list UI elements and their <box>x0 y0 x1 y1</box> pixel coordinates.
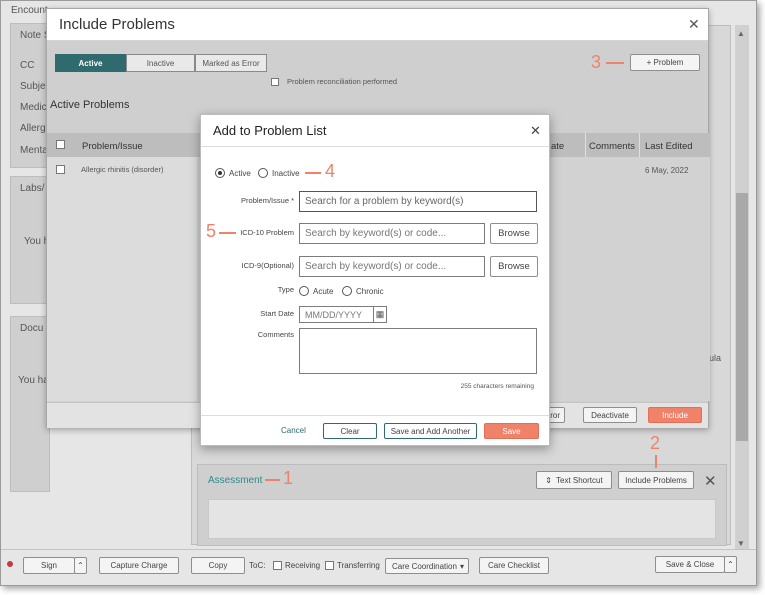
row-last-edited: 6 May, 2022 <box>645 166 689 175</box>
transferring-label: Transferring <box>337 561 380 570</box>
include-problems-title: Include Problems <box>59 16 175 33</box>
callout-5-line <box>219 232 236 234</box>
column-comments[interactable]: Comments <box>585 141 639 152</box>
assessment-label: Assessment <box>208 475 263 486</box>
section-mental[interactable]: Menta <box>20 145 48 156</box>
shortcut-icon: ⇕ <box>545 475 552 485</box>
status-active-radio[interactable] <box>215 168 225 178</box>
icd9-label: ICD-9(Optional) <box>241 261 294 270</box>
select-all-checkbox[interactable] <box>56 140 65 149</box>
receiving-label: Receiving <box>285 561 321 570</box>
sign-expand-icon[interactable]: ⌃ <box>74 557 87 574</box>
capture-charge-button[interactable]: Capture Charge <box>99 557 179 574</box>
problem-issue-label: Problem/Issue * <box>241 196 294 205</box>
active-problems-title: Active Problems <box>50 99 130 111</box>
tab-inactive[interactable]: Inactive <box>126 54 195 72</box>
status-inactive-label: Inactive <box>272 169 300 178</box>
close-icon[interactable]: ✕ <box>688 16 700 33</box>
callout-1: 1 <box>283 468 294 488</box>
dialog-close-icon[interactable]: ✕ <box>530 123 541 139</box>
column-problem-issue[interactable]: Problem/Issue <box>82 141 143 152</box>
chars-remaining: 255 characters remaining <box>460 383 534 390</box>
icd9-browse-button[interactable]: Browse <box>490 256 538 277</box>
column-divider <box>639 133 640 157</box>
section-allergies[interactable]: Allerg <box>20 123 46 134</box>
close-assessment-icon[interactable]: ✕ <box>704 472 717 490</box>
include-button[interactable]: Include <box>648 407 702 423</box>
scrollbar-thumb[interactable] <box>736 193 748 441</box>
type-acute-radio[interactable] <box>299 286 309 296</box>
add-dialog-title: Add to Problem List <box>213 123 327 138</box>
callout-3: 3 <box>591 52 602 72</box>
status-inactive-radio[interactable] <box>258 168 268 178</box>
status-active-label: Active <box>229 169 251 178</box>
dialog-divider <box>201 146 549 147</box>
type-acute-label: Acute <box>313 287 334 296</box>
deactivate-button[interactable]: Deactivate <box>583 407 637 423</box>
status-dot-icon <box>7 561 13 567</box>
tab-active[interactable]: Active <box>55 54 126 72</box>
transferring-checkbox[interactable] <box>325 561 334 570</box>
problem-search-input[interactable]: Search for a problem by keyword(s) <box>299 191 537 212</box>
icd10-search-input[interactable]: Search by keyword(s) or code... <box>299 223 485 244</box>
side-text: ula <box>709 353 722 363</box>
save-add-another-button[interactable]: Save and Add Another <box>384 423 477 439</box>
callout-4-line <box>305 172 321 174</box>
start-date-input[interactable]: MM/DD/YYYY <box>299 306 375 323</box>
encounter-label: Encount <box>11 5 48 16</box>
save-close-expand-icon[interactable]: ⌃ <box>724 556 737 573</box>
type-label: Type <box>277 285 294 294</box>
reconciliation-checkbox[interactable] <box>271 78 279 86</box>
tab-marked-as-error[interactable]: Marked as Error <box>195 54 267 72</box>
sign-button[interactable]: Sign <box>23 557 75 574</box>
docs-label: Docu <box>20 323 44 334</box>
callout-4: 4 <box>325 161 336 181</box>
dialog-footer-divider <box>201 415 549 416</box>
toc-label: ToC: <box>249 561 266 570</box>
start-date-label: Start Date <box>260 309 294 318</box>
cancel-button[interactable]: Cancel <box>281 426 306 435</box>
row-checkbox[interactable] <box>56 165 65 174</box>
section-medications[interactable]: Medic <box>20 102 47 113</box>
copy-button[interactable]: Copy <box>191 557 245 574</box>
save-button[interactable]: Save <box>484 423 539 439</box>
scroll-up-icon[interactable]: ▲ <box>737 29 745 38</box>
table-row[interactable] <box>47 157 197 401</box>
callout-3-line <box>606 62 624 64</box>
care-coordination-select[interactable]: Care Coordination ▾ <box>385 558 469 574</box>
docs-text: You ha <box>18 375 49 386</box>
callout-5: 5 <box>206 221 217 241</box>
text-shortcut-button[interactable]: ⇕ Text Shortcut <box>536 471 612 489</box>
calendar-icon[interactable]: ▦ <box>373 306 387 323</box>
section-cc[interactable]: CC <box>20 60 34 71</box>
reconciliation-label: Problem reconciliation performed <box>287 77 398 86</box>
include-problems-button[interactable]: Include Problems <box>618 471 694 489</box>
column-start-date[interactable]: ate <box>551 141 564 152</box>
comments-textarea[interactable] <box>299 328 537 374</box>
add-problem-dialog: Add to Problem List ✕ Active Inactive Pr… <box>200 114 550 446</box>
docs-panel <box>10 316 50 492</box>
comments-label: Comments <box>257 330 294 339</box>
add-problem-button[interactable]: + Problem <box>630 54 700 71</box>
type-chronic-label: Chronic <box>356 287 384 296</box>
scroll-down-icon[interactable]: ▼ <box>737 539 745 548</box>
icd9-search-input[interactable]: Search by keyword(s) or code... <box>299 256 485 277</box>
icd10-browse-button[interactable]: Browse <box>490 223 538 244</box>
callout-1-line <box>265 479 280 481</box>
clear-button[interactable]: Clear <box>323 423 377 439</box>
assessment-textarea[interactable] <box>208 499 716 539</box>
save-close-button[interactable]: Save & Close <box>655 556 725 573</box>
row-problem: Allergic rhinitis (disorder) <box>81 165 164 174</box>
section-subjective[interactable]: Subje <box>20 81 46 92</box>
care-checklist-button[interactable]: Care Checklist <box>479 557 549 574</box>
receiving-checkbox[interactable] <box>273 561 282 570</box>
column-last-edited[interactable]: Last Edited <box>645 141 693 152</box>
chevron-down-icon: ▾ <box>459 561 464 571</box>
type-chronic-radio[interactable] <box>342 286 352 296</box>
callout-2-line <box>655 455 657 468</box>
labs-label: Labs/ <box>20 183 45 194</box>
callout-2: 2 <box>650 433 661 453</box>
